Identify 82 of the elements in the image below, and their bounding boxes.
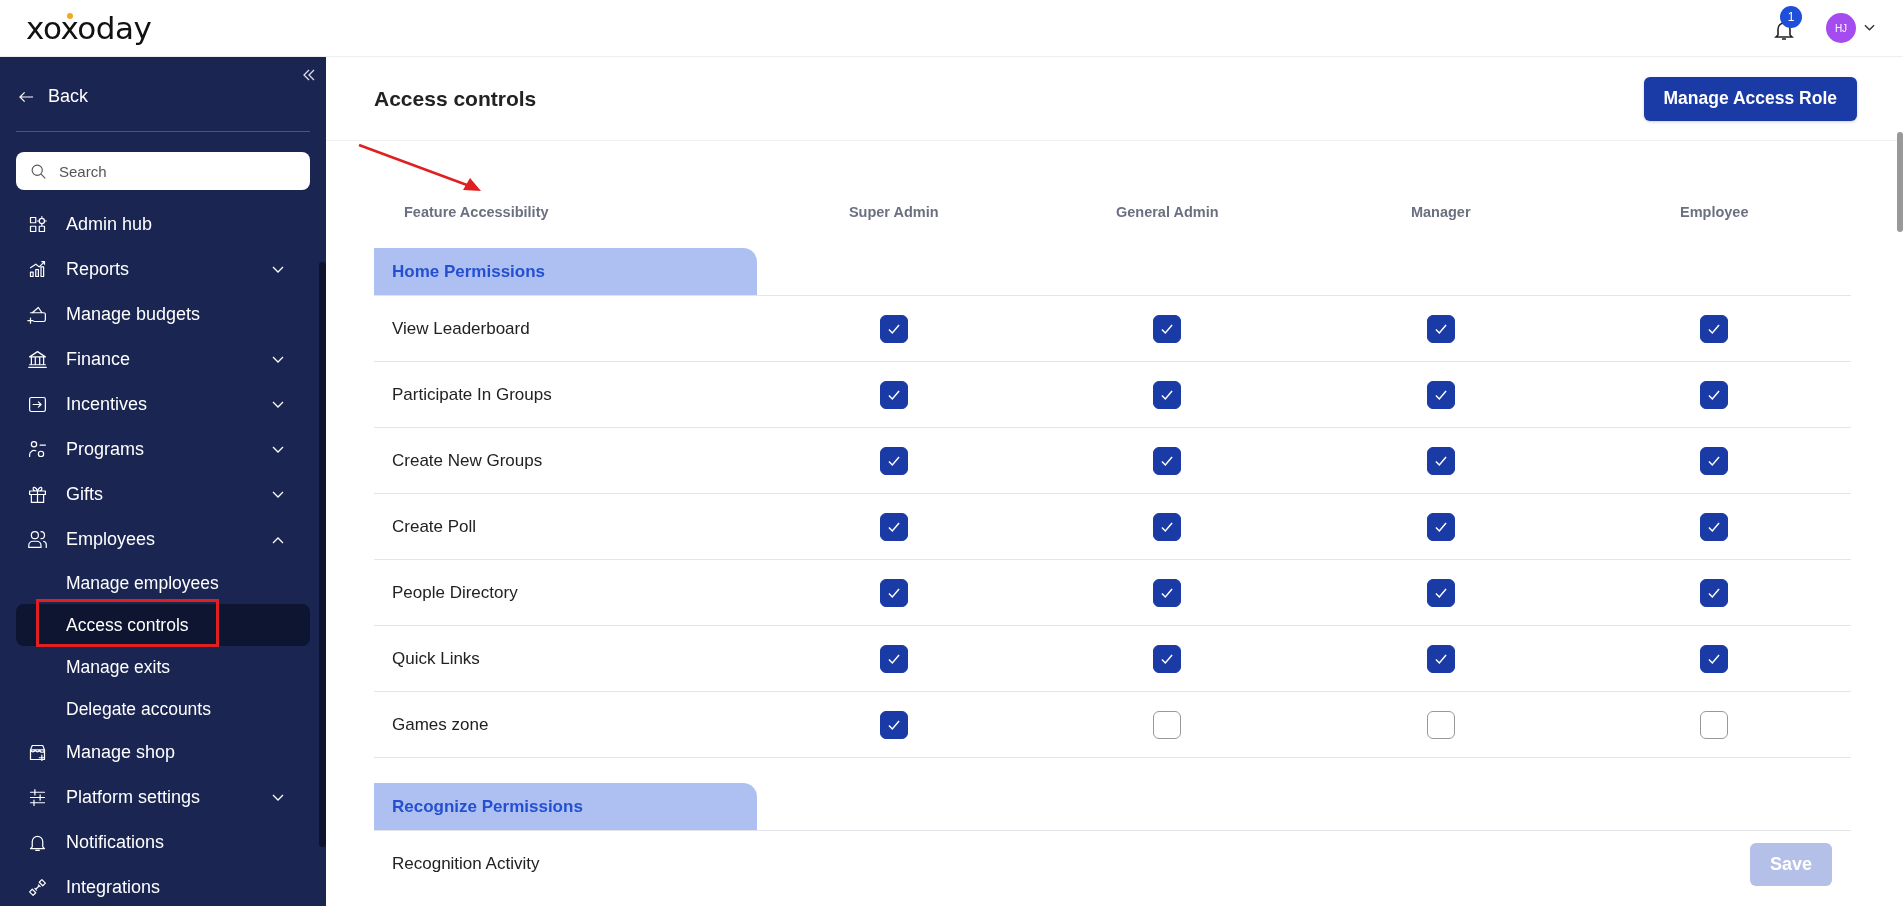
permission-label: Recognition Activity bbox=[391, 853, 541, 874]
checkbox[interactable] bbox=[1700, 314, 1729, 343]
checkbox[interactable] bbox=[1153, 512, 1182, 541]
bank-icon bbox=[27, 349, 48, 370]
nav-item[interactable]: Platform settings bbox=[16, 775, 310, 820]
checkbox[interactable] bbox=[879, 446, 908, 475]
checkbox[interactable] bbox=[1426, 446, 1455, 475]
wallet-icon bbox=[27, 304, 48, 325]
manage-access-role-button[interactable]: Manage Access Role bbox=[1643, 76, 1857, 121]
checkbox[interactable] bbox=[1700, 710, 1729, 739]
checkbox[interactable] bbox=[879, 380, 908, 409]
checkbox[interactable] bbox=[879, 578, 908, 607]
nav-item[interactable]: Manage shop bbox=[16, 730, 310, 775]
scrollbar[interactable] bbox=[1897, 132, 1903, 232]
store-icon bbox=[27, 742, 48, 763]
column-header: Super Admin bbox=[847, 204, 940, 220]
caret-icon[interactable] bbox=[1864, 24, 1875, 32]
checkbox[interactable] bbox=[879, 644, 908, 673]
column-header: Employee bbox=[1679, 204, 1750, 220]
nav-subitem[interactable]: Manage employees bbox=[16, 562, 310, 604]
checkbox[interactable] bbox=[1426, 314, 1455, 343]
permission-label: Games zone bbox=[391, 714, 490, 735]
checkbox[interactable] bbox=[1153, 644, 1182, 673]
checkbox[interactable] bbox=[1700, 446, 1729, 475]
nav-item[interactable]: Reports bbox=[16, 247, 310, 292]
nav-item[interactable]: Manage budgets bbox=[16, 292, 310, 337]
nav-subitem[interactable]: Access controls bbox=[16, 604, 310, 646]
gift-icon bbox=[27, 484, 48, 505]
nav-item[interactable]: Incentives bbox=[16, 382, 310, 427]
checkbox[interactable] bbox=[1426, 644, 1455, 673]
plug-icon bbox=[27, 877, 48, 898]
checkbox[interactable] bbox=[1700, 578, 1729, 607]
checkbox[interactable] bbox=[1153, 314, 1182, 343]
nav-subitem[interactable]: Delegate accounts bbox=[16, 688, 310, 730]
checkbox[interactable] bbox=[1426, 380, 1455, 409]
notification-count: 1 bbox=[1780, 6, 1802, 28]
avatar[interactable]: HJ bbox=[1826, 13, 1856, 43]
nav-item[interactable]: Programs bbox=[16, 427, 310, 472]
nav-item[interactable]: Integrations bbox=[16, 865, 310, 906]
bar-chart-icon bbox=[27, 259, 48, 280]
checkbox[interactable] bbox=[879, 512, 908, 541]
checkbox[interactable] bbox=[1700, 380, 1729, 409]
page-title: Access controls bbox=[374, 86, 537, 111]
nav-subitem[interactable]: Manage exits bbox=[16, 646, 310, 688]
checkbox[interactable] bbox=[1153, 578, 1182, 607]
column-header: Feature Accessibility bbox=[403, 204, 550, 220]
double-chevron-left-icon[interactable] bbox=[302, 69, 316, 81]
section-tab[interactable]: Recognize Permissions bbox=[374, 783, 757, 830]
apps-icon bbox=[27, 214, 48, 235]
logo[interactable]: xoxoday bbox=[26, 10, 152, 46]
checkbox[interactable] bbox=[1426, 512, 1455, 541]
nav-item[interactable]: Gifts bbox=[16, 472, 310, 517]
nav-item[interactable]: Employees bbox=[16, 517, 310, 562]
column-header: General Admin bbox=[1114, 204, 1220, 220]
checkbox[interactable] bbox=[1700, 512, 1729, 541]
column-header: Manager bbox=[1409, 204, 1472, 220]
sliders-icon bbox=[27, 787, 48, 808]
permission-label: Create New Groups bbox=[391, 450, 544, 471]
users-icon bbox=[27, 529, 48, 550]
checkbox[interactable] bbox=[1426, 578, 1455, 607]
checkbox[interactable] bbox=[1153, 446, 1182, 475]
permission-label: People Directory bbox=[391, 582, 519, 603]
checkbox[interactable] bbox=[879, 314, 908, 343]
permission-label: Quick Links bbox=[391, 648, 481, 669]
back-link[interactable]: Back bbox=[16, 57, 310, 114]
people-icon bbox=[27, 439, 48, 460]
checkbox[interactable] bbox=[1153, 380, 1182, 409]
arrow-box-icon bbox=[27, 394, 48, 415]
nav-item[interactable]: Notifications bbox=[16, 820, 310, 865]
checkbox[interactable] bbox=[1153, 710, 1182, 739]
scrollbar[interactable] bbox=[319, 262, 326, 847]
permission-label: Create Poll bbox=[391, 516, 478, 537]
arrow-left-icon bbox=[19, 90, 34, 103]
permission-label: View Leaderboard bbox=[391, 318, 531, 339]
section-tab[interactable]: Home Permissions bbox=[374, 248, 757, 295]
search-field[interactable]: Search bbox=[16, 152, 310, 190]
nav-item[interactable]: Admin hub bbox=[16, 202, 310, 247]
permission-label: Participate In Groups bbox=[391, 384, 553, 405]
checkbox[interactable] bbox=[1426, 710, 1455, 739]
checkbox[interactable] bbox=[879, 710, 908, 739]
checkbox[interactable] bbox=[1700, 644, 1729, 673]
nav-item[interactable]: Finance bbox=[16, 337, 310, 382]
